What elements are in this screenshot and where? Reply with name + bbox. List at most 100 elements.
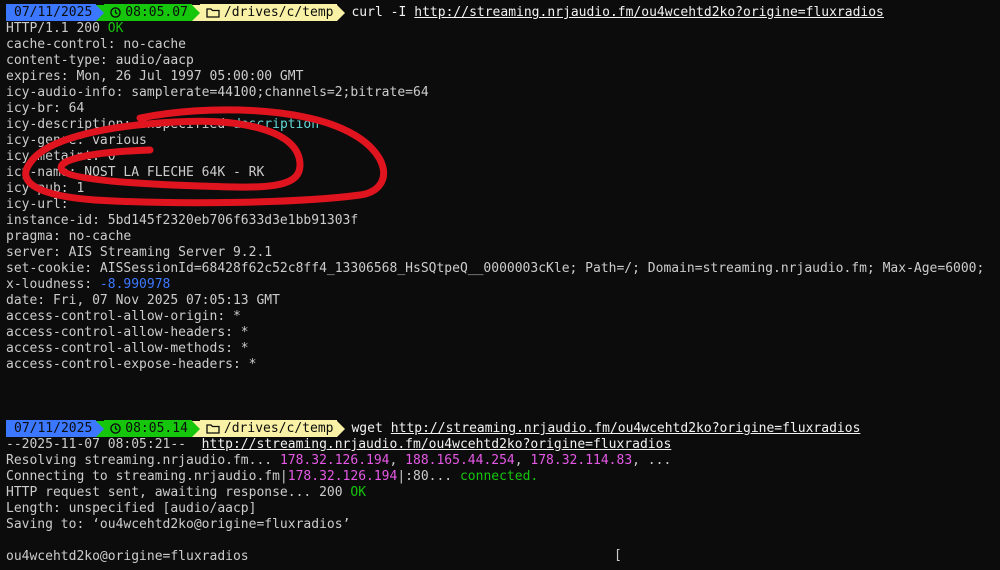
separator: ,: [389, 453, 406, 468]
prompt-date-segment: 07/11/2025: [6, 4, 97, 21]
prompt-time: 08:05.14: [125, 421, 188, 436]
header-text: icy-audio-info: samplerate=44100;channel…: [6, 85, 429, 100]
curl-output: HTTP/1.1 200 OK cache-control: no-cache co…: [6, 21, 1000, 373]
header-line: access-control-allow-origin: *: [6, 309, 1000, 325]
wget-timestamp: --2025-11-07 08:05:21--: [6, 437, 202, 452]
separator: ,: [514, 453, 531, 468]
header-text: icy-pub: 1: [6, 181, 85, 196]
prompt-path: /drives/c/temp: [223, 421, 334, 436]
header-line: set-cookie: AISSessionId=68428f62c52c8ff…: [6, 261, 1000, 277]
wget-saving-line: Saving to: ‘ou4wcehtd2ko@origine=fluxrad…: [6, 517, 351, 532]
prompt-time: 08:05.07: [125, 5, 188, 20]
header-line: expires: Mon, 26 Jul 1997 05:00:00 GMT: [6, 69, 1000, 85]
command-text: curl -I: [351, 5, 407, 20]
header-text: access-control-expose-headers: *: [6, 357, 257, 372]
clock-icon: [110, 7, 122, 18]
request-text: HTTP request sent, awaiting response... …: [6, 485, 351, 500]
header-line: icy-audio-info: samplerate=44100;channel…: [6, 85, 1000, 101]
header-line: date: Fri, 07 Nov 2025 07:05:13 GMT: [6, 293, 1000, 309]
progress-filename: ou4wcehtd2ko@origine=fluxradios: [6, 549, 249, 564]
header-text: icy-url:: [6, 197, 69, 212]
connecting-text: Connecting to streaming.nrjaudio.fm|: [6, 469, 288, 484]
header-text: set-cookie: AISSessionId=68428f62c52c8ff…: [6, 261, 985, 276]
header-text: access-control-allow-origin: *: [6, 309, 241, 324]
header-text: x-loudness:: [6, 277, 100, 292]
wget-request-line: HTTP request sent, awaiting response... …: [6, 485, 1000, 501]
header-line: icy-name: NOST LA FLECHE 64K - RK: [6, 165, 1000, 181]
header-text: icy-br: 64: [6, 101, 85, 116]
header-line: instance-id: 5bd145f2320eb706f633d3e1bb9…: [6, 213, 1000, 229]
header-line: HTTP/1.1 200 OK: [6, 21, 1000, 37]
header-text: access-control-allow-methods: *: [6, 341, 249, 356]
header-text: access-control-allow-headers: *: [6, 325, 249, 340]
header-text: icy-genre: various: [6, 133, 147, 148]
wget-progress-line: ou4wcehtd2ko@origine=fluxradios: [6, 549, 1000, 565]
powerline-separator: [337, 420, 346, 437]
header-text: HTTP/1.1 200: [6, 21, 108, 36]
prompt-time-segment: 08:05.14: [104, 420, 192, 437]
header-line: icy-genre: various: [6, 133, 1000, 149]
status-ok: OK: [350, 485, 367, 500]
header-line: icy-url:: [6, 197, 1000, 213]
header-line: pragma: no-cache: [6, 229, 1000, 245]
connecting-port: |:80...: [397, 469, 460, 484]
header-highlight: -8.990978: [99, 277, 171, 292]
header-line: x-loudness: -8.990978: [6, 277, 1000, 293]
ip-address: 178.32.126.194: [279, 453, 390, 468]
wget-length-line: Length: unspecified [audio/aacp]: [6, 501, 257, 516]
command-text: wget: [351, 421, 383, 436]
prompt-line-2: 07/11/2025 08:05.14 /drives/c/temp wget h…: [6, 420, 1000, 437]
ip-address: 178.32.114.83: [530, 453, 633, 468]
prompt-path: /drives/c/temp: [223, 5, 334, 20]
header-highlight: description: [232, 117, 320, 132]
header-line: icy-description: Unspecified description: [6, 117, 1000, 133]
prompt-path-segment: /drives/c/temp: [199, 4, 338, 21]
header-text: icy-name: NOST LA FLECHE 64K - RK: [6, 165, 265, 180]
progress-bracket: [: [614, 548, 622, 563]
header-text: pragma: no-cache: [6, 229, 132, 244]
command-url-link[interactable]: http://streaming.nrjaudio.fm/ou4wcehtd2k…: [414, 5, 884, 20]
header-line: content-type: audio/aacp: [6, 53, 1000, 69]
powerline-separator: [191, 420, 200, 437]
prompt-time-segment: 08:05.07: [104, 4, 192, 21]
prompt-line-1: 07/11/2025 08:05.07 /drives/c/temp curl …: [6, 4, 1000, 21]
prompt-date: 07/11/2025: [14, 421, 93, 436]
folder-icon: [206, 8, 220, 18]
header-line: access-control-expose-headers: *: [6, 357, 1000, 373]
header-highlight: OK: [107, 21, 124, 36]
prompt-date-segment: 07/11/2025: [6, 420, 97, 437]
ip-address: 188.165.44.254: [405, 453, 515, 468]
header-line: access-control-allow-methods: *: [6, 341, 1000, 357]
header-line: server: AIS Streaming Server 9.2.1: [6, 245, 1000, 261]
folder-icon: [206, 424, 220, 434]
header-line: cache-control: no-cache: [6, 37, 1000, 53]
prompt-date: 07/11/2025: [14, 5, 93, 20]
resolving-text: Resolving streaming.nrjaudio.fm...: [6, 453, 280, 468]
connected-status: connected.: [459, 469, 539, 484]
header-text: icy-metaint: 0: [6, 149, 116, 164]
powerline-separator: [96, 4, 105, 21]
header-text: cache-control: no-cache: [6, 37, 187, 52]
wget-url-link[interactable]: http://streaming.nrjaudio.fm/ou4wcehtd2k…: [202, 437, 672, 452]
powerline-separator: [96, 420, 105, 437]
header-line: icy-pub: 1: [6, 181, 1000, 197]
header-text: icy-description: Unspecified: [6, 117, 233, 132]
header-text: content-type: audio/aacp: [6, 53, 194, 68]
powerline-separator: [191, 4, 200, 21]
header-text: server: AIS Streaming Server 9.2.1: [6, 245, 273, 260]
command-url-link[interactable]: http://streaming.nrjaudio.fm/ou4wcehtd2k…: [391, 421, 861, 436]
terminal-window[interactable]: 07/11/2025 08:05.07 /drives/c/temp curl …: [6, 4, 1000, 565]
prompt-path-segment: /drives/c/temp: [199, 420, 338, 437]
powerline-separator: [337, 4, 346, 21]
header-text: expires: Mon, 26 Jul 1997 05:00:00 GMT: [6, 69, 304, 84]
header-line: icy-br: 64: [6, 101, 1000, 117]
clock-icon: [110, 423, 122, 434]
wget-start-line: --2025-11-07 08:05:21-- http://streaming…: [6, 437, 1000, 453]
wget-resolving-line: Resolving streaming.nrjaudio.fm... 178.3…: [6, 453, 1000, 469]
ip-address: 178.32.126.194: [287, 469, 398, 484]
header-text: instance-id: 5bd145f2320eb706f633d3e1bb9…: [6, 213, 359, 228]
header-text: date: Fri, 07 Nov 2025 07:05:13 GMT: [6, 293, 280, 308]
resolving-ellipsis: , ...: [632, 453, 672, 468]
header-line: icy-metaint: 0: [6, 149, 1000, 165]
